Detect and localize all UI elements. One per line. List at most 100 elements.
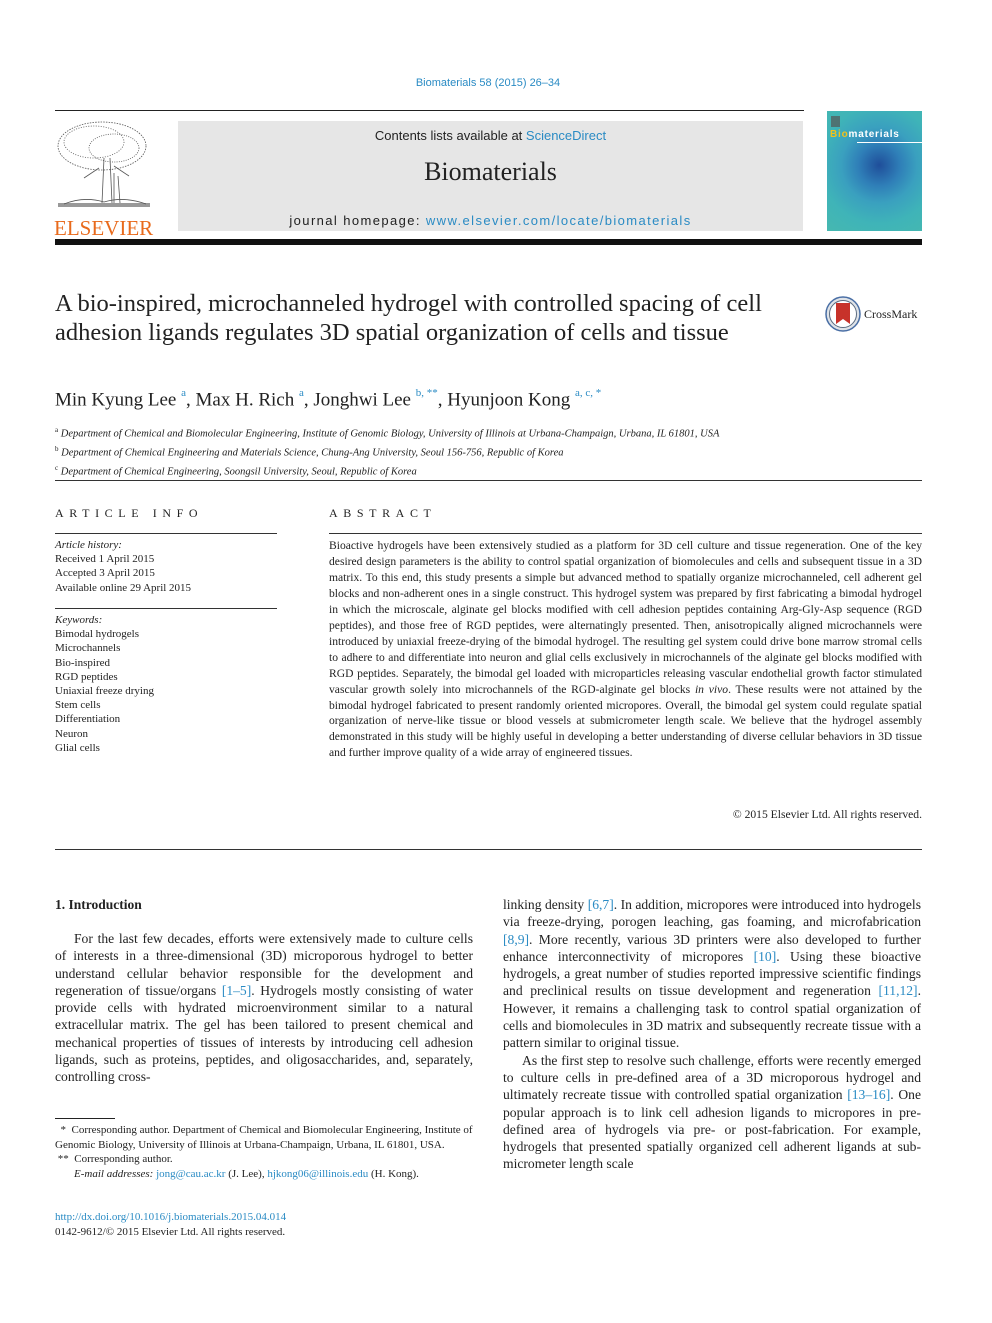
citation-link[interactable]: [8,9] <box>503 932 529 947</box>
article-history: Article history: Received 1 April 2015 A… <box>55 538 191 595</box>
body-column-right: linking density [6,7]. In addition, micr… <box>503 896 921 1173</box>
citation-link[interactable]: [1–5] <box>222 983 251 998</box>
author-affiliation-mark[interactable]: b, ** <box>416 387 438 399</box>
citation-link[interactable]: [6,7] <box>588 897 614 912</box>
abstract-italic: in vivo <box>694 682 729 696</box>
author-affiliation-mark[interactable]: a <box>299 387 304 399</box>
journal-reference-link[interactable]: Biomaterials 58 (2015) 26–34 <box>0 77 976 89</box>
abstract-heading: ABSTRACT <box>329 506 437 520</box>
keyword: Uniaxial freeze drying <box>55 685 154 698</box>
article-title: A bio-inspired, microchanneled hydrogel … <box>55 290 762 346</box>
journal-name: Biomaterials <box>424 157 557 186</box>
email-label: E-mail addresses: <box>74 1167 154 1180</box>
crossmark-label: CrossMark <box>864 306 918 321</box>
history-label: Article history: <box>55 539 122 551</box>
paragraph-text: linking density <box>503 897 588 912</box>
sciencedirect-link[interactable]: ScienceDirect <box>526 128 606 143</box>
keyword: Differentiation <box>55 713 121 726</box>
crossmark-icon <box>825 296 861 332</box>
abstract-text: Bioactive hydrogels have been extensivel… <box>329 538 922 761</box>
doi-link[interactable]: http://dx.doi.org/10.1016/j.biomaterials… <box>55 1210 286 1225</box>
affiliation-list: a Department of Chemical and Biomolecula… <box>55 423 719 480</box>
cover-rule <box>857 142 922 143</box>
doi-block: http://dx.doi.org/10.1016/j.biomaterials… <box>55 1210 286 1240</box>
citation-link[interactable]: [13–16] <box>847 1087 890 1102</box>
article-info-rule <box>55 608 277 609</box>
affiliation-text: Department of Chemical Engineering and M… <box>61 447 564 459</box>
journal-masthead: Contents lists available at ScienceDirec… <box>178 121 803 231</box>
keyword: Neuron <box>55 727 88 740</box>
keyword: Microchannels <box>55 642 121 655</box>
paragraph: As the first step to resolve such challe… <box>503 1052 921 1173</box>
email-owner: (J. Lee), <box>225 1167 268 1180</box>
header-rule <box>55 110 804 111</box>
footnote-mark: ** <box>57 1153 69 1166</box>
author-affiliation-mark[interactable]: a, c, * <box>575 387 601 399</box>
homepage-prefix: journal homepage: <box>289 213 426 228</box>
keyword: RGD peptides <box>55 670 118 683</box>
affiliation-mark: a <box>55 426 59 434</box>
journal-homepage-line: journal homepage: www.elsevier.com/locat… <box>178 213 803 228</box>
journal-cover-thumbnail[interactable]: Biomaterials <box>827 111 922 231</box>
affiliation-mark: b <box>55 445 59 453</box>
paragraph: linking density [6,7]. In addition, micr… <box>503 896 921 1052</box>
affiliation-text: Department of Chemical Engineering, Soon… <box>60 466 417 478</box>
footnote-emails: E-mail addresses: jong@cau.ac.kr (J. Lee… <box>55 1167 475 1182</box>
author-affiliation-mark[interactable]: a <box>181 387 186 399</box>
cover-title-bio: Bio <box>830 129 849 140</box>
journal-homepage-link[interactable]: www.elsevier.com/locate/biomaterials <box>426 213 692 228</box>
elsevier-tree-icon <box>57 121 150 207</box>
article-info-heading: ARTICLE INFO <box>55 506 204 520</box>
keyword: Glial cells <box>55 741 100 754</box>
history-item: Accepted 3 April 2015 <box>55 567 155 580</box>
footnote-corresponding-1: * Corresponding author. Department of Ch… <box>55 1123 475 1152</box>
affiliation-text: Department of Chemical and Biomolecular … <box>60 428 720 440</box>
author-name[interactable]: Jonghwi Lee <box>313 389 411 410</box>
citation-link[interactable]: [10] <box>754 949 777 964</box>
email-owner: (H. Kong). <box>368 1167 419 1180</box>
section-rule <box>55 480 922 481</box>
issn-line: 0142-9612/© 2015 Elsevier Ltd. All right… <box>55 1226 286 1238</box>
keyword: Bio-inspired <box>55 656 110 669</box>
email-link[interactable]: jong@cau.ac.kr <box>156 1168 225 1180</box>
abstract-text-part: Bioactive hydrogels have been extensivel… <box>329 539 922 696</box>
keyword-list: Keywords: Bimodal hydrogels Microchannel… <box>55 613 154 755</box>
cover-publisher-badge <box>831 116 840 127</box>
author-name[interactable]: Min Kyung Lee <box>55 389 176 410</box>
contents-line: Contents lists available at ScienceDirec… <box>178 128 803 143</box>
keyword: Stem cells <box>55 699 101 712</box>
affiliation: c Department of Chemical Engineering, So… <box>55 461 719 480</box>
crossmark-button[interactable]: CrossMark <box>825 296 917 332</box>
footnote-corresponding-2: ** Corresponding author. <box>55 1152 475 1167</box>
elsevier-logo[interactable]: ELSEVIER <box>54 118 156 240</box>
affiliation-mark: c <box>55 464 59 472</box>
footnote-mark: * <box>60 1124 67 1136</box>
article-info-rule <box>55 533 277 534</box>
keywords-label: Keywords: <box>55 614 103 626</box>
contents-prefix: Contents lists available at <box>374 128 526 143</box>
cover-title: Biomaterials <box>830 129 900 140</box>
elsevier-wordmark: ELSEVIER <box>54 216 154 240</box>
section-rule <box>55 849 922 850</box>
author-name[interactable]: Max H. Rich <box>196 389 295 410</box>
abstract-copyright: © 2015 Elsevier Ltd. All rights reserved… <box>732 808 922 821</box>
footnotes: * Corresponding author. Department of Ch… <box>55 1123 475 1181</box>
footnote-text: Corresponding author. Department of Chem… <box>55 1124 473 1151</box>
body-column-left: For the last few decades, efforts were e… <box>55 930 473 1086</box>
abstract-rule <box>329 533 922 534</box>
paragraph: For the last few decades, efforts were e… <box>55 930 473 1086</box>
affiliation: a Department of Chemical and Biomolecula… <box>55 423 719 442</box>
footnote-rule <box>55 1118 115 1119</box>
keyword: Bimodal hydrogels <box>55 628 140 641</box>
author-name[interactable]: Hyunjoon Kong <box>447 389 570 410</box>
footnote-text: Corresponding author. <box>74 1153 173 1166</box>
citation-link[interactable]: [11,12] <box>878 983 917 998</box>
section-heading-introduction: 1. Introduction <box>55 897 142 912</box>
history-item: Received 1 April 2015 <box>55 553 155 566</box>
paragraph-text: . Hydrogels mostly consisting of water p… <box>55 982 473 1085</box>
cover-title-rest: materials <box>848 129 900 140</box>
author-list: Min Kyung Lee a, Max H. Rich a, Jonghwi … <box>55 387 602 411</box>
history-item: Available online 29 April 2015 <box>55 581 192 594</box>
email-link[interactable]: hjkong06@illinois.edu <box>267 1168 368 1180</box>
affiliation: b Department of Chemical Engineering and… <box>55 442 719 461</box>
